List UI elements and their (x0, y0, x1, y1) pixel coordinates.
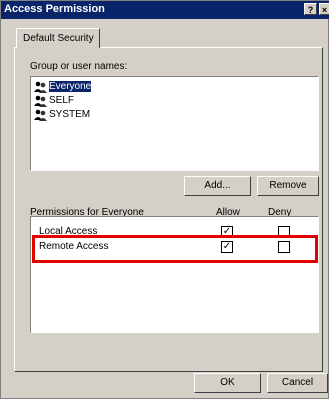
users-icon (34, 109, 47, 121)
group-list[interactable]: Everyone SELF SYSTEM (30, 76, 319, 171)
remove-button[interactable]: Remove (257, 176, 319, 196)
close-button[interactable]: × (319, 3, 329, 15)
group-names-label: Group or user names: (30, 61, 128, 72)
list-item-self[interactable]: SELF (33, 94, 74, 108)
remote-access-highlight (32, 235, 318, 263)
window-title: Access Permission (4, 3, 105, 15)
users-icon (34, 95, 47, 107)
list-item-label: SYSTEM (49, 109, 91, 120)
list-item-label: SELF (49, 95, 75, 106)
list-item-everyone[interactable]: Everyone (33, 80, 92, 94)
access-permission-dialog: Access Permission ? × Default Security G… (0, 0, 329, 399)
users-icon (34, 81, 47, 93)
list-item-label: Everyone (49, 81, 92, 92)
list-item-system[interactable]: SYSTEM (33, 108, 90, 122)
title-bar[interactable]: Access Permission ? × (1, 1, 329, 19)
ok-button[interactable]: OK (194, 373, 261, 393)
help-button[interactable]: ? (304, 3, 317, 15)
add-button[interactable]: Add... (184, 176, 251, 196)
cancel-button[interactable]: Cancel (267, 373, 328, 393)
tab-default-security[interactable]: Default Security (16, 28, 100, 48)
permissions-list: Local Access ✓ Remote Access ✓ (30, 216, 319, 333)
